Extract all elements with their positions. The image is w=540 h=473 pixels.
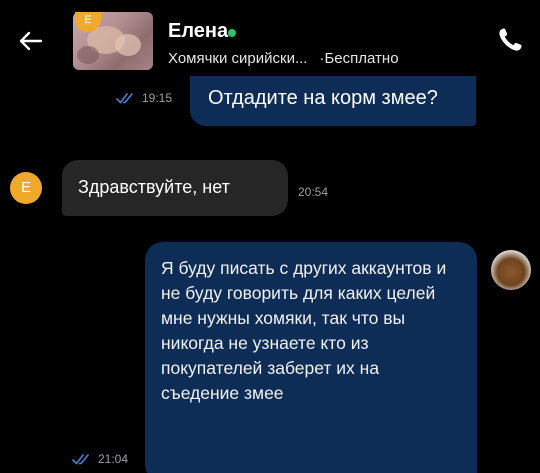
message-text: Я буду писать с других аккаунтов и не бу… bbox=[161, 258, 447, 403]
outgoing-message-bubble[interactable]: Отдадите на корм змее? bbox=[190, 76, 476, 126]
outgoing-message-bubble[interactable]: Я буду писать с других аккаунтов и не бу… bbox=[145, 242, 477, 473]
message-time: 21:04 bbox=[98, 452, 129, 466]
contact-name[interactable]: Елена bbox=[168, 20, 228, 43]
message-text: Отдадите на корм змее? bbox=[208, 87, 438, 109]
message-text: Здравствуйте, нет bbox=[78, 177, 230, 197]
user-avatar[interactable] bbox=[491, 250, 531, 290]
back-button[interactable] bbox=[16, 26, 46, 56]
chat-header: E Елена Хомячки сирийски... ·Бесплатно bbox=[0, 0, 540, 82]
listing-price: ·Бесплатно bbox=[319, 50, 399, 67]
incoming-message-bubble[interactable]: Здравствуйте, нет bbox=[62, 160, 288, 216]
listing-info[interactable]: Хомячки сирийски... ·Бесплатно bbox=[168, 50, 399, 67]
phone-icon bbox=[499, 28, 522, 51]
message-time: 20:54 bbox=[298, 185, 329, 199]
message-meta: 19:15 bbox=[116, 91, 172, 105]
double-check-icon bbox=[116, 93, 133, 104]
online-status-dot bbox=[228, 29, 236, 37]
call-button[interactable] bbox=[494, 24, 526, 56]
sender-avatar[interactable]: E bbox=[10, 172, 42, 204]
message-meta: 21:04 bbox=[72, 452, 128, 466]
arrow-left-icon bbox=[19, 31, 43, 51]
message-time: 19:15 bbox=[142, 91, 173, 105]
double-check-icon bbox=[72, 454, 89, 465]
listing-title: Хомячки сирийски... bbox=[168, 50, 308, 67]
chat-screen: E Елена Хомячки сирийски... ·Бесплатно 19… bbox=[0, 0, 540, 473]
